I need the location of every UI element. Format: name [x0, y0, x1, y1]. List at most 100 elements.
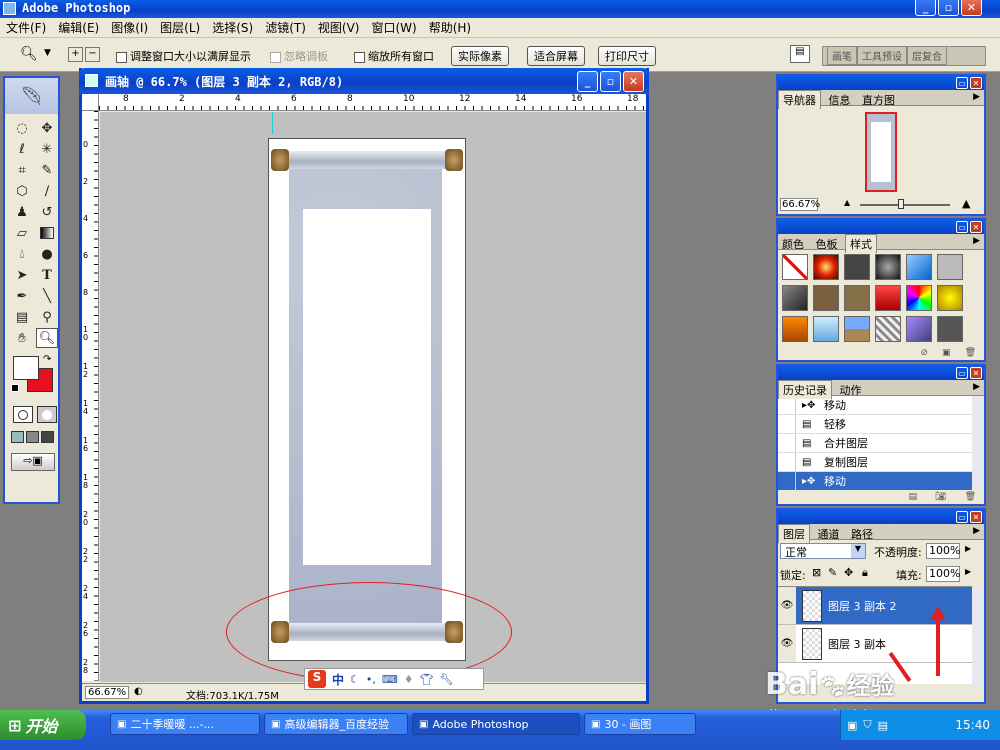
style-blue-glass[interactable]	[906, 254, 932, 280]
punctuation-icon[interactable]: •,	[366, 673, 376, 686]
start-button[interactable]: ⊞ 开始	[0, 710, 86, 740]
brush-tool-icon[interactable]: ∕	[36, 181, 58, 201]
history-source-checkbox[interactable]	[778, 453, 796, 471]
doc-close-button[interactable]: ✕	[623, 71, 644, 92]
blend-mode-select[interactable]: 正常 ▼	[780, 543, 866, 559]
zoom-tool-icon[interactable]: 🔍︎	[20, 46, 38, 62]
resize-window-checkbox[interactable]: 调整窗口大小以满屏显示	[116, 48, 251, 64]
history-item[interactable]: ▸✥ 移动	[778, 472, 972, 490]
ignore-palettes-checkbox[interactable]: 忽略调板	[270, 48, 328, 64]
lasso-tool-icon[interactable]: ℓ	[11, 139, 33, 159]
style-gold[interactable]	[937, 285, 963, 311]
panel-menu-icon[interactable]: ▶	[973, 526, 980, 536]
color-swatches[interactable]: ↷	[5, 354, 58, 402]
style-fire[interactable]	[813, 254, 839, 280]
screen-mode-standard-icon[interactable]	[11, 431, 24, 443]
well-tab-tool-presets[interactable]: 工具预设	[857, 46, 907, 65]
eye-icon[interactable]: 👁︎	[778, 625, 796, 662]
swap-colors-icon[interactable]: ↷	[43, 354, 51, 365]
history-item[interactable]: ▤ 复制图层	[778, 453, 972, 472]
menu-item-7[interactable]: 窗口(W)	[365, 19, 422, 36]
clear-style-icon[interactable]: ⊘	[921, 348, 929, 358]
navigator-minimize-icon[interactable]: ▭	[956, 77, 968, 89]
zoom-tool-box-icon[interactable]: 🔍︎	[36, 328, 58, 348]
taskbar-button[interactable]: ▣ 高级编辑器_百度经验	[264, 713, 408, 735]
panel-menu-icon[interactable]: ▶	[973, 236, 980, 246]
style-sunset[interactable]	[782, 316, 808, 342]
new-style-icon[interactable]: ▣	[942, 348, 951, 358]
layers-scrollbar[interactable]	[972, 588, 984, 686]
menu-item-1[interactable]: 编辑(E)	[52, 19, 105, 36]
style-sky[interactable]	[813, 316, 839, 342]
lock-transparency-icon[interactable]: ⊠	[812, 566, 821, 579]
tab-styles[interactable]: 样式	[845, 234, 877, 253]
type-tool-icon[interactable]: T	[36, 265, 58, 285]
delete-history-icon[interactable]: 🗑︎	[965, 492, 976, 502]
wrench-icon[interactable]: 🔧︎	[440, 673, 454, 686]
keyboard-icon[interactable]: ⌨	[382, 673, 398, 686]
taskbar-button[interactable]: ▣ 二十季暖暖 ...-...	[110, 713, 260, 735]
quickmask-mode-icon[interactable]	[37, 406, 57, 423]
tab-swatches[interactable]: 色板	[812, 235, 842, 253]
magic-wand-icon[interactable]: ✳	[36, 139, 58, 159]
microphone-icon[interactable]: ♦	[404, 673, 414, 686]
taskbar-button[interactable]: ▣ 30 - 画图	[584, 713, 696, 735]
pen-tool-icon[interactable]: ✒	[11, 286, 33, 306]
history-item[interactable]: ▤ 轻移	[778, 415, 972, 434]
style-bronze[interactable]	[813, 285, 839, 311]
opacity-input[interactable]: 100%	[926, 543, 960, 559]
style-gold-dark[interactable]	[844, 285, 870, 311]
fill-arrow-icon[interactable]: ▶	[965, 567, 971, 576]
status-menu-icon[interactable]: ◐	[134, 686, 143, 697]
zoom-slider[interactable]	[860, 204, 950, 206]
zoom-in-icon[interactable]: +	[68, 47, 83, 62]
layers-close-icon[interactable]: ✕	[970, 511, 982, 523]
tab-actions[interactable]: 动作	[836, 381, 866, 399]
zoom-out-mountain-icon[interactable]: ▲	[844, 198, 850, 207]
style-dark-gray[interactable]	[937, 316, 963, 342]
hand-tool-icon[interactable]: ✋︎	[11, 328, 33, 348]
clock[interactable]: 15:40	[955, 718, 990, 732]
new-document-icon[interactable]: ▤	[909, 492, 918, 502]
history-close-icon[interactable]: ✕	[970, 367, 982, 379]
lock-image-icon[interactable]: ✎	[828, 566, 837, 579]
panel-menu-icon[interactable]: ▶	[973, 92, 980, 102]
clone-stamp-icon[interactable]: ♟	[11, 202, 33, 222]
zoom-slider-thumb[interactable]	[898, 199, 904, 209]
moon-icon[interactable]: ☾	[350, 673, 360, 686]
dodge-tool-icon[interactable]: ●	[36, 244, 58, 264]
history-minimize-icon[interactable]: ▭	[956, 367, 968, 379]
print-size-button[interactable]: 打印尺寸	[598, 46, 656, 66]
tab-color[interactable]: 颜色	[778, 235, 808, 253]
canvas-area[interactable]	[100, 112, 646, 682]
history-source-checkbox[interactable]	[778, 434, 796, 452]
sogou-logo-icon[interactable]: S	[308, 670, 326, 688]
history-source-checkbox[interactable]	[778, 472, 796, 490]
panel-menu-icon[interactable]: ▶	[973, 382, 980, 392]
navigator-close-icon[interactable]: ✕	[970, 77, 982, 89]
menu-item-4[interactable]: 选择(S)	[206, 19, 259, 36]
chevron-down-icon[interactable]: ▼	[44, 48, 51, 58]
gradient-tool-icon[interactable]	[36, 223, 58, 243]
style-rainbow[interactable]	[906, 285, 932, 311]
style-red[interactable]	[875, 285, 901, 311]
taskbar-button[interactable]: ▣ Adobe Photoshop	[412, 713, 580, 735]
slice-tool-icon[interactable]: ✎	[36, 160, 58, 180]
marquee-tool-icon[interactable]: ◌	[11, 118, 33, 138]
style-steel[interactable]	[782, 285, 808, 311]
tab-history[interactable]: 历史记录	[778, 380, 832, 399]
zoom-level[interactable]: 66.67%	[85, 686, 129, 699]
foreground-color[interactable]	[13, 356, 39, 380]
jump-to-imageready-icon[interactable]: ⇨▣	[11, 453, 55, 471]
style-landscape[interactable]	[844, 316, 870, 342]
menu-item-6[interactable]: 视图(V)	[312, 19, 366, 36]
line-tool-icon[interactable]: ╲	[36, 286, 58, 306]
lock-all-icon[interactable]: 🔒︎	[862, 566, 868, 580]
style-black[interactable]	[844, 254, 870, 280]
screen-mode-menu-icon[interactable]	[26, 431, 39, 443]
actual-pixels-button[interactable]: 实际像素	[451, 46, 509, 66]
path-select-icon[interactable]: ➤	[11, 265, 33, 285]
styles-close-icon[interactable]: ✕	[970, 221, 982, 233]
history-scrollbar[interactable]	[972, 396, 984, 490]
fill-input[interactable]: 100%	[926, 566, 960, 582]
